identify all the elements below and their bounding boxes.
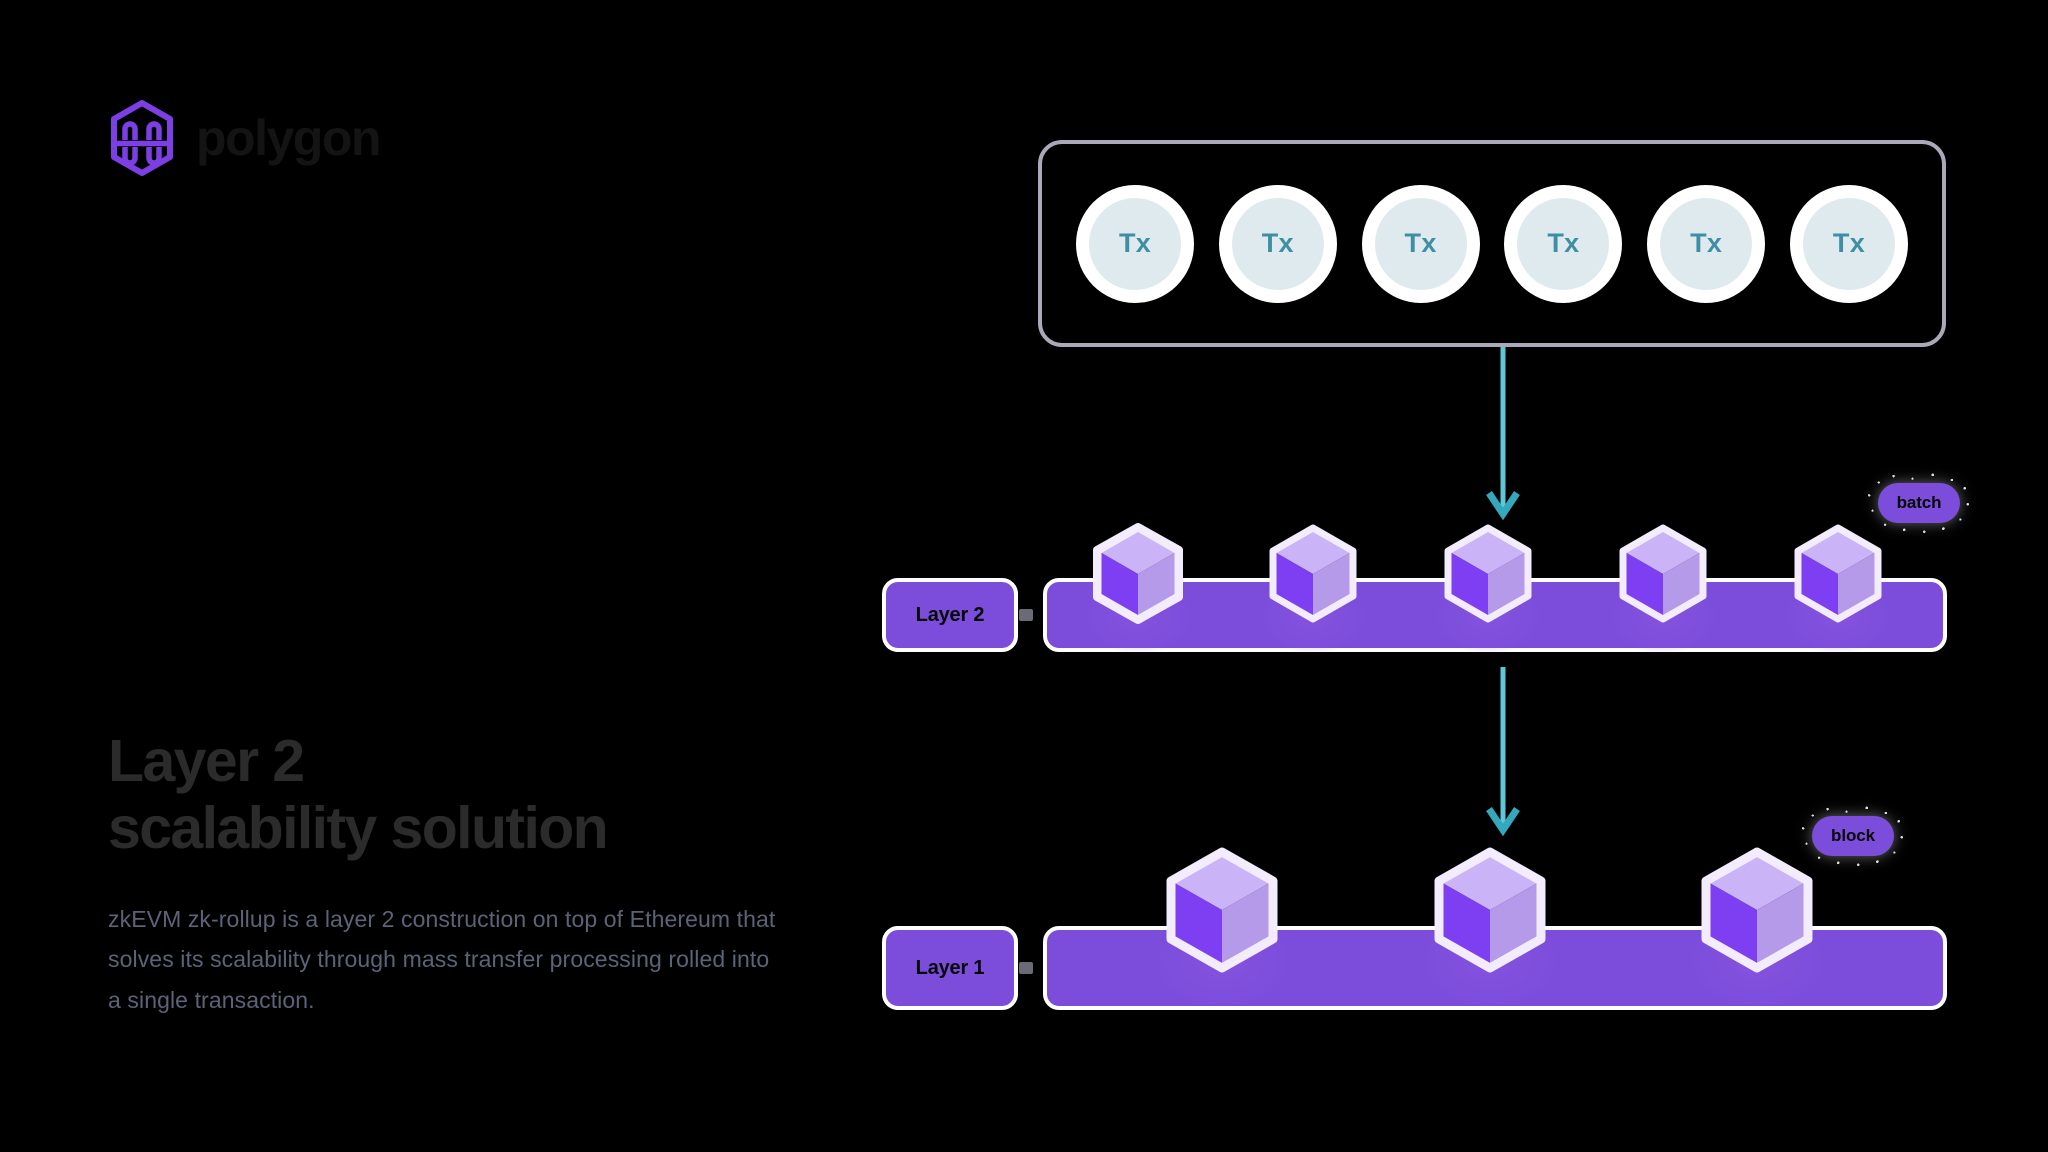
page-title-line-1: Layer 2 xyxy=(108,728,305,794)
tx-node-inner: Tx xyxy=(1517,197,1610,290)
block-tag-pill: block xyxy=(1812,816,1894,856)
block-tag: block xyxy=(1800,804,1906,868)
polygon-hexagon-logo-icon xyxy=(108,100,176,176)
tx-node: Tx xyxy=(1361,184,1480,303)
layer1-badge-label: Layer 1 xyxy=(915,956,985,979)
tx-node-inner: Tx xyxy=(1089,197,1181,290)
tx-node-label: Tx xyxy=(1118,228,1152,258)
cube-glow xyxy=(1662,897,1852,1027)
diagram-canvas: polygon Layer 2 scalability solution zkE… xyxy=(0,0,2048,1152)
batch-tag: batch xyxy=(1866,471,1972,535)
cube-glow xyxy=(1238,561,1388,671)
layer2-to-layer1-arrow xyxy=(1485,667,1521,837)
polygon-wordmark: polygon xyxy=(196,110,381,166)
tx-node-label: Tx xyxy=(1261,228,1294,258)
tx-node-label: Tx xyxy=(1404,228,1437,258)
tx-pool-container: Tx Tx Tx Tx Tx Tx xyxy=(1038,140,1946,347)
tx-node-inner: Tx xyxy=(1374,197,1467,290)
tx-to-layer2-arrow xyxy=(1485,347,1521,521)
tx-node: Tx xyxy=(1504,184,1623,303)
tx-node: Tx xyxy=(1218,184,1337,303)
layer1-connector-notch xyxy=(1019,962,1033,974)
intro-copy: Layer 2 scalability solution zkEVM zk-ro… xyxy=(108,728,808,1021)
cube-glow xyxy=(1063,561,1213,671)
layer2-badge-label: Layer 2 xyxy=(915,603,985,626)
tx-node-inner: Tx xyxy=(1660,197,1753,290)
tx-node-label: Tx xyxy=(1832,228,1866,258)
tx-node-label: Tx xyxy=(1690,228,1723,258)
tx-node: Tx xyxy=(1789,184,1908,303)
tx-node-inner: Tx xyxy=(1231,197,1324,290)
page-title-line-2: scalability solution xyxy=(108,795,609,862)
cube-glow xyxy=(1395,897,1585,1027)
polygon-logo: polygon xyxy=(108,100,381,176)
block-tag-label: block xyxy=(1831,826,1875,845)
batch-tag-label: batch xyxy=(1896,493,1942,512)
cube-glow xyxy=(1127,897,1317,1027)
layer2-connector-notch xyxy=(1019,609,1033,621)
layer2-badge: Layer 2 xyxy=(882,578,1018,652)
tx-node-inner: Tx xyxy=(1802,197,1895,290)
cube-glow xyxy=(1413,561,1563,671)
batch-tag-pill: batch xyxy=(1878,483,1960,523)
page-title: Layer 2 scalability solution xyxy=(108,728,808,863)
tx-node: Tx xyxy=(1647,184,1766,303)
layer1-badge: Layer 1 xyxy=(882,926,1018,1010)
tx-node-label: Tx xyxy=(1547,228,1580,258)
cube-glow xyxy=(1763,561,1913,671)
cube-glow xyxy=(1588,561,1738,671)
tx-node: Tx xyxy=(1076,184,1194,303)
page-description: zkEVM zk-rollup is a layer 2 constructio… xyxy=(108,905,776,1014)
